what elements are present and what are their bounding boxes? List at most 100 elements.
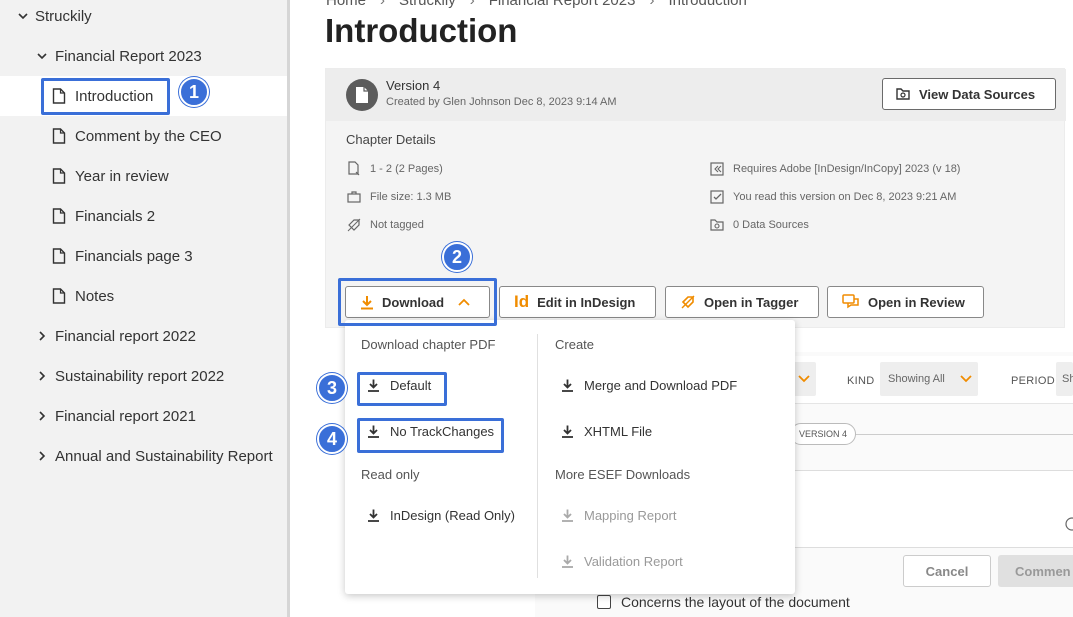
detail-file-size: File size: 1.3 MB bbox=[346, 189, 451, 205]
avatar bbox=[346, 79, 378, 111]
annotation-badge-1: 1 bbox=[179, 77, 209, 107]
create-heading: Create bbox=[555, 337, 595, 352]
chevron-down-icon bbox=[798, 375, 810, 383]
merge-download-pdf-label: Merge and Download PDF bbox=[584, 378, 738, 393]
chevron-down-icon bbox=[960, 375, 972, 383]
comment-box[interactable] bbox=[795, 470, 1073, 548]
open-in-review-button[interactable]: Open in Review bbox=[827, 286, 984, 318]
detail-tagged-text: Not tagged bbox=[370, 219, 424, 231]
detail-file-size-text: File size: 1.3 MB bbox=[370, 191, 452, 203]
download-indesign-read-only-label: InDesign (Read Only) bbox=[390, 508, 515, 523]
chevron-down-icon[interactable] bbox=[16, 9, 30, 23]
detail-pages-text: 1 - 2 (2 Pages) bbox=[370, 163, 443, 175]
detail-read: You read this version on Dec 8, 2023 9:2… bbox=[709, 189, 956, 205]
layout-checkbox-row[interactable]: Concerns the layout of the document bbox=[597, 594, 850, 610]
breadcrumb-item[interactable]: Financial Report 2023 bbox=[489, 0, 636, 9]
comment-button[interactable]: Commen bbox=[998, 555, 1073, 587]
mapping-report-label: Mapping Report bbox=[584, 508, 677, 523]
kind-label: KIND bbox=[847, 375, 875, 387]
document-icon bbox=[356, 87, 368, 103]
chevron-right-icon[interactable] bbox=[35, 449, 49, 463]
dropdown-divider bbox=[537, 334, 538, 578]
breadcrumb-item: Introduction bbox=[668, 0, 747, 9]
info-icon bbox=[1065, 517, 1073, 531]
breadcrumb: Home › Struckily › Financial Report 2023… bbox=[326, 0, 747, 9]
tree-label: Year in review bbox=[75, 167, 169, 185]
tree-label: Comment by the CEO bbox=[75, 127, 222, 145]
tree-folder-sustainability-report-2022[interactable]: Sustainability report 2022 bbox=[0, 356, 287, 396]
tree-label: Sustainability report 2022 bbox=[55, 367, 225, 385]
download-dropdown-menu: Download chapter PDF Default No TrackCha… bbox=[345, 320, 795, 594]
version-header: Version 4 Created by Glen Johnson Dec 8,… bbox=[326, 69, 1066, 121]
version-timeline bbox=[850, 434, 1073, 435]
annotation-box-1 bbox=[41, 78, 170, 115]
tree-folder-annual-sustainability[interactable]: Annual and Sustainability Report bbox=[0, 436, 287, 476]
briefcase-icon bbox=[347, 191, 361, 203]
checkbox-checked-icon bbox=[710, 190, 724, 204]
breadcrumb-item[interactable]: Home bbox=[326, 0, 366, 9]
annotation-box-2 bbox=[338, 278, 497, 326]
document-icon bbox=[52, 208, 66, 224]
period-select[interactable]: Sh bbox=[1056, 362, 1073, 396]
tree-doc-comment-ceo[interactable]: Comment by the CEO bbox=[0, 116, 287, 156]
annotation-badge-3: 3 bbox=[317, 373, 347, 403]
detail-data-sources: 0 Data Sources bbox=[709, 217, 809, 233]
comments-icon bbox=[842, 294, 859, 309]
tree-doc-notes[interactable]: Notes bbox=[0, 276, 287, 316]
kind-select-value: Showing All bbox=[888, 373, 945, 385]
tree-folder-financial-report-2023[interactable]: Financial Report 2023 bbox=[0, 36, 287, 76]
annotation-box-3 bbox=[357, 372, 447, 406]
download-icon bbox=[368, 509, 379, 522]
tree-root[interactable]: Struckily bbox=[0, 0, 287, 36]
xhtml-file-item[interactable]: XHTML File bbox=[561, 424, 652, 439]
chapter-details-heading: Chapter Details bbox=[346, 132, 436, 147]
breadcrumb-item[interactable]: Struckily bbox=[399, 0, 456, 9]
tag-icon bbox=[347, 218, 361, 232]
view-data-sources-button[interactable]: View Data Sources bbox=[882, 78, 1056, 110]
merge-download-pdf-item[interactable]: Merge and Download PDF bbox=[561, 378, 737, 393]
indesign-icon bbox=[710, 162, 724, 176]
version-pill[interactable]: VERSION 4 bbox=[790, 423, 857, 445]
pages-icon bbox=[348, 161, 360, 176]
chevron-down-icon[interactable] bbox=[35, 49, 49, 63]
open-in-tagger-button[interactable]: Open in Tagger bbox=[665, 286, 819, 318]
tree-label: Notes bbox=[75, 287, 115, 305]
download-icon bbox=[562, 425, 573, 438]
open-in-review-label: Open in Review bbox=[868, 294, 965, 310]
document-icon bbox=[52, 128, 66, 144]
detail-data-sources-text: 0 Data Sources bbox=[733, 219, 809, 231]
detail-tagged: Not tagged bbox=[346, 217, 424, 233]
checkbox[interactable] bbox=[597, 595, 611, 609]
tree-doc-year-in-review[interactable]: Year in review bbox=[0, 156, 287, 196]
kind-select[interactable]: Showing All bbox=[880, 362, 978, 396]
edit-in-indesign-button[interactable]: Id Edit in InDesign bbox=[499, 286, 656, 318]
document-icon bbox=[52, 248, 66, 264]
data-sources-icon bbox=[710, 219, 724, 231]
indesign-icon: Id bbox=[514, 292, 530, 311]
breadcrumb-separator: › bbox=[649, 0, 655, 9]
breadcrumb-separator: › bbox=[380, 0, 386, 9]
read-only-heading: Read only bbox=[361, 467, 420, 482]
chevron-right-icon[interactable] bbox=[35, 369, 49, 383]
download-icon bbox=[562, 379, 573, 392]
tree-doc-financials-page-3[interactable]: Financials page 3 bbox=[0, 236, 287, 276]
tree-label: Financial report 2022 bbox=[55, 327, 196, 345]
tree-folder-financial-report-2021[interactable]: Financial report 2021 bbox=[0, 396, 287, 436]
document-icon bbox=[52, 168, 66, 184]
tree-doc-financials-2[interactable]: Financials 2 bbox=[0, 196, 287, 236]
view-data-sources-label: View Data Sources bbox=[919, 86, 1036, 102]
detail-requires: Requires Adobe [InDesign/InCopy] 2023 (v… bbox=[709, 161, 960, 177]
period-label: PERIOD bbox=[1011, 375, 1055, 387]
detail-requires-text: Requires Adobe [InDesign/InCopy] 2023 (v… bbox=[733, 163, 961, 175]
tree-folder-financial-report-2022[interactable]: Financial report 2022 bbox=[0, 316, 287, 356]
validation-report-item[interactable]: Validation Report bbox=[561, 554, 683, 569]
download-indesign-read-only-item[interactable]: InDesign (Read Only) bbox=[367, 508, 515, 523]
chevron-right-icon[interactable] bbox=[35, 329, 49, 343]
cancel-button[interactable]: Cancel bbox=[903, 555, 991, 587]
page-title: Introduction bbox=[325, 12, 518, 49]
version-created: Created by Glen Johnson Dec 8, 2023 9:14… bbox=[386, 96, 617, 108]
tree-label: Financial report 2021 bbox=[55, 407, 196, 425]
validation-report-label: Validation Report bbox=[584, 554, 683, 569]
mapping-report-item[interactable]: Mapping Report bbox=[561, 508, 677, 523]
chevron-right-icon[interactable] bbox=[35, 409, 49, 423]
